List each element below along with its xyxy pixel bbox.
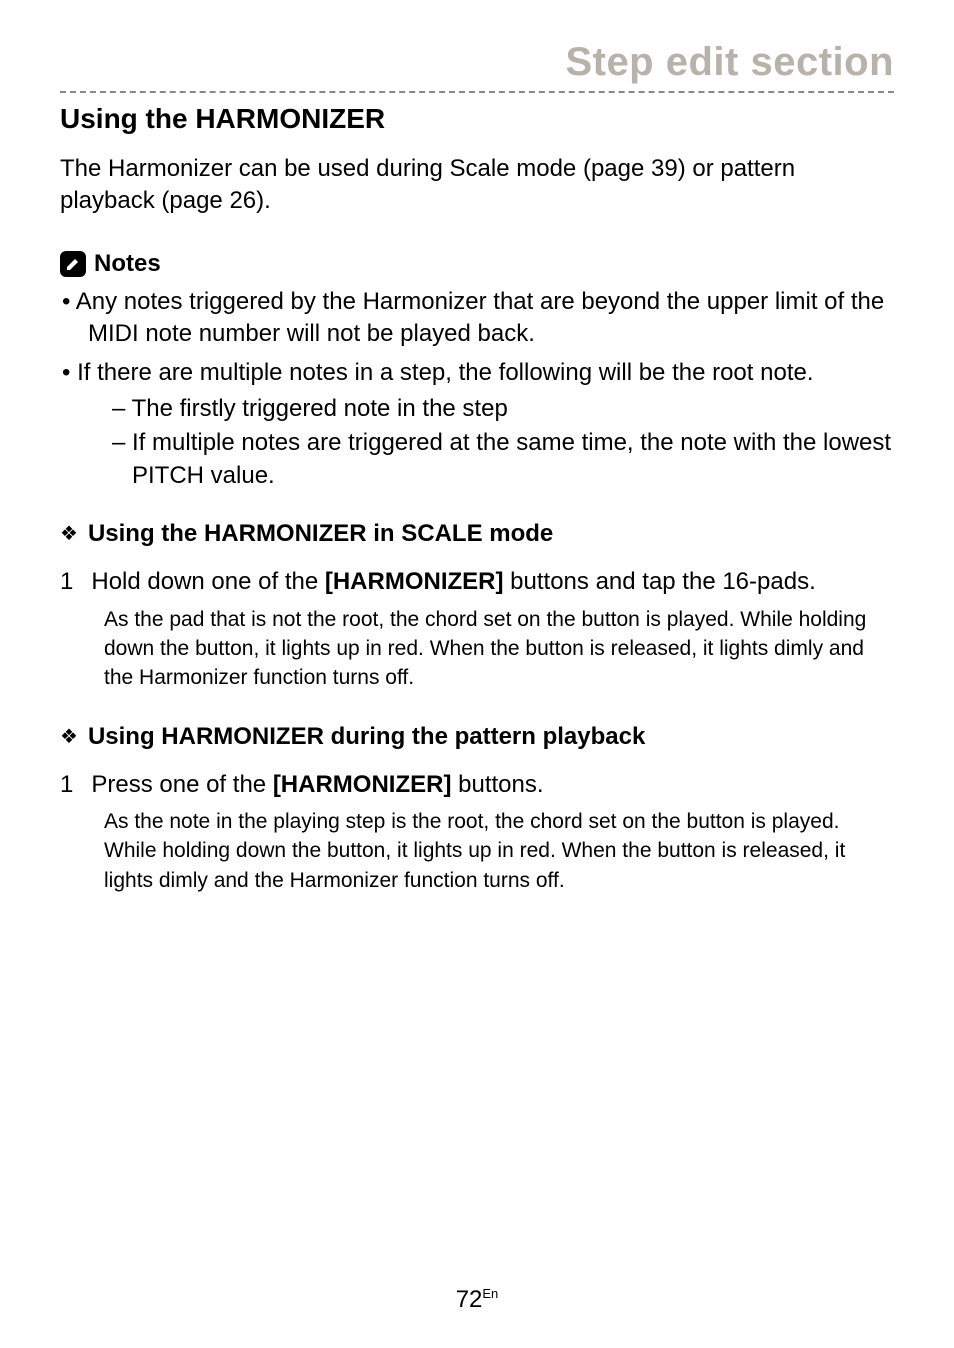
sub-heading-scale: Using the HARMONIZER in SCALE mode	[88, 520, 553, 548]
step-text: Hold down one of the [HARMONIZER] button…	[91, 566, 894, 598]
page-header-title: Step edit section	[60, 40, 894, 85]
sub-heading-row: ❖ Using HARMONIZER during the pattern pl…	[60, 723, 894, 751]
step-text-post: buttons.	[451, 771, 543, 798]
sub-heading-playback: Using HARMONIZER during the pattern play…	[88, 723, 645, 751]
notes-list: Any notes triggered by the Harmonizer th…	[60, 286, 894, 492]
step-text-pre: Hold down one of the	[91, 568, 325, 595]
dashed-divider	[60, 91, 894, 93]
sub-list: The firstly triggered note in the step I…	[88, 393, 894, 492]
step-text-pre: Press one of the	[91, 771, 272, 798]
page-lang: En	[482, 1286, 498, 1301]
note-text: If there are multiple notes in a step, t…	[77, 359, 813, 386]
main-heading: Using the HARMONIZER	[60, 103, 894, 135]
step-number: 1	[60, 566, 73, 598]
harmonizer-bold: [HARMONIZER]	[273, 771, 452, 798]
step-text-post: buttons and tap the 16-pads.	[504, 568, 816, 595]
list-item: If there are multiple notes in a step, t…	[62, 357, 894, 493]
step-row: 1 Hold down one of the [HARMONIZER] butt…	[60, 566, 894, 598]
sub-heading-row: ❖ Using the HARMONIZER in SCALE mode	[60, 520, 894, 548]
step-number: 1	[60, 769, 73, 801]
intro-paragraph: The Harmonizer can be used during Scale …	[60, 153, 894, 218]
diamond-icon: ❖	[60, 524, 78, 544]
page-number: 72	[456, 1286, 483, 1313]
list-item: Any notes triggered by the Harmonizer th…	[62, 286, 894, 351]
list-item: If multiple notes are triggered at the s…	[112, 427, 894, 492]
step-body: As the note in the playing step is the r…	[104, 807, 894, 895]
notes-heading-row: Notes	[60, 250, 894, 278]
note-text: Any notes triggered by the Harmonizer th…	[76, 288, 884, 347]
notes-label: Notes	[94, 250, 161, 278]
page: Step edit section Using the HARMONIZER T…	[0, 0, 954, 1348]
diamond-icon: ❖	[60, 727, 78, 747]
pencil-note-icon	[60, 251, 86, 277]
harmonizer-bold: [HARMONIZER]	[325, 568, 504, 595]
step-body: As the pad that is not the root, the cho…	[104, 605, 894, 693]
step-row: 1 Press one of the [HARMONIZER] buttons.	[60, 769, 894, 801]
page-footer: 72En	[0, 1286, 954, 1314]
list-item: The firstly triggered note in the step	[112, 393, 894, 425]
step-text: Press one of the [HARMONIZER] buttons.	[91, 769, 894, 801]
